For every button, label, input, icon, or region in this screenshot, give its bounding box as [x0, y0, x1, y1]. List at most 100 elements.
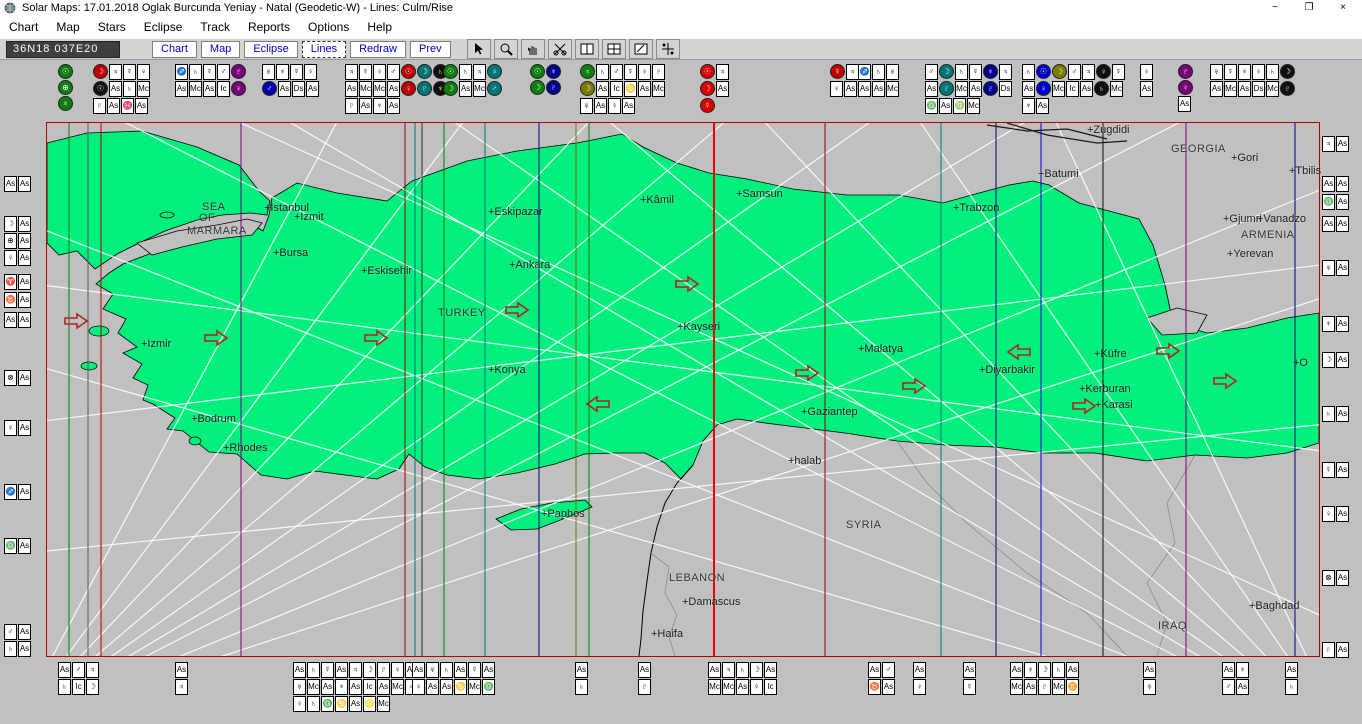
planet-dot: ♆	[546, 64, 561, 79]
planet-angle-box: As	[1336, 506, 1349, 522]
planet-angle-box: ♄	[575, 679, 588, 695]
planet-angle-box: As	[1066, 662, 1079, 678]
glyph-cluster-left: ☽ As ⊕ As ♀ As	[4, 216, 31, 266]
planet-angle-box: As	[335, 662, 348, 678]
redraw-button[interactable]: Redraw	[350, 40, 406, 58]
planet-angle-box: As	[1010, 662, 1023, 678]
pane-tool-icon[interactable]	[574, 39, 599, 59]
menu-eclipse[interactable]: Eclipse	[135, 20, 192, 34]
planet-angle-box: ♀	[608, 98, 621, 114]
planet-angle-box: ☽	[1322, 352, 1335, 368]
glyph-cluster-bottom: As ♅ ♀ As	[412, 662, 439, 695]
country-label: IRAQ	[1158, 620, 1187, 632]
city-label: +Baghdad	[1249, 600, 1300, 612]
city-label: +Izmir	[141, 338, 172, 350]
planet-angle-box: As	[18, 312, 31, 328]
close-button[interactable]: ×	[1326, 0, 1360, 16]
glyph-cluster-left: ♐ As	[4, 484, 31, 500]
planet-dot: ☉	[58, 64, 73, 79]
planet-angle-box: ☿	[359, 64, 372, 80]
planet-angle-box: Ic	[610, 81, 623, 97]
lines-button[interactable]: Lines	[301, 40, 347, 58]
menu-map[interactable]: Map	[47, 20, 88, 34]
planet-angle-box: ♄	[1022, 64, 1035, 80]
planet-angle-box: Mc	[1010, 679, 1023, 695]
planet-dot: ☿	[700, 98, 715, 113]
menu-options[interactable]: Options	[299, 20, 358, 34]
planet-angle-box: As	[359, 98, 372, 114]
country-label: ARMENIA	[1241, 229, 1295, 241]
planet-angle-box: As	[575, 662, 588, 678]
city-label: +Kayseri	[677, 321, 721, 333]
planet-angle-box: As	[708, 662, 721, 678]
planet-angle-box: As	[882, 679, 895, 695]
planet-angle-box: Mc	[652, 81, 665, 97]
measure-tool-icon[interactable]	[655, 39, 680, 59]
planet-angle-box: As	[58, 662, 71, 678]
cut-tool-icon[interactable]	[547, 39, 572, 59]
menu-track[interactable]: Track	[191, 20, 239, 34]
planet-angle-box: As	[345, 81, 358, 97]
city-label: +halab	[788, 455, 822, 467]
glyph-cluster-right: As As	[1322, 216, 1349, 232]
glyph-cluster-right: ⊗ As	[1322, 570, 1349, 586]
planet-angle-box: ♂	[1222, 679, 1235, 695]
planet-angle-box: ☿	[963, 679, 976, 695]
city-label: +O	[1293, 357, 1308, 369]
city-label: +Kâmil	[640, 194, 674, 206]
planet-dot: ☉	[443, 64, 458, 79]
planet-angle-box: ☿	[468, 662, 481, 678]
crosshair-tool-icon[interactable]	[601, 39, 626, 59]
country-border	[650, 552, 678, 656]
planet-dot: ♆	[58, 96, 73, 111]
planet-angle-box: As	[939, 98, 952, 114]
planet-angle-box: As	[1336, 570, 1349, 586]
planet-angle-box: As	[18, 233, 31, 249]
select-tool-icon[interactable]	[466, 39, 491, 59]
planet-dot: ♂	[262, 81, 277, 96]
planet-angle-box: As	[1222, 662, 1235, 678]
note-tool-icon[interactable]	[628, 39, 653, 59]
minimize-button[interactable]: −	[1258, 0, 1292, 16]
planet-angle-box: ♄	[4, 641, 17, 657]
menu-reports[interactable]: Reports	[239, 20, 299, 34]
glyph-cluster-left: As As	[4, 176, 31, 192]
zoom-tool-icon[interactable]	[493, 39, 518, 59]
planet-angle-box: ♂	[72, 662, 85, 678]
city-label: +Kerburan	[1079, 383, 1131, 395]
planet-angle-box: As	[858, 81, 871, 97]
planet-angle-box: As	[459, 81, 472, 97]
menu-stars[interactable]: Stars	[89, 20, 135, 34]
planet-angle-box: Mc	[468, 679, 481, 695]
pan-tool-icon[interactable]	[520, 39, 545, 59]
planet-dot: ♀	[231, 81, 246, 96]
menu-chart[interactable]: Chart	[0, 20, 47, 34]
map-button[interactable]: Map	[200, 40, 241, 58]
glyph-cluster-right: ♆ As	[1322, 316, 1349, 332]
glyph-cluster-right: ♅ As	[1322, 260, 1349, 276]
planet-dot: ⊕	[58, 80, 73, 95]
eclipse-button[interactable]: Eclipse	[244, 40, 298, 58]
menu-help[interactable]: Help	[358, 20, 401, 34]
glyph-cluster-left: ⊗ As	[4, 370, 31, 386]
planet-dot: ☉	[1036, 64, 1051, 79]
city-label: +Malatya	[858, 343, 903, 355]
planet-angle-box: ♄	[189, 64, 202, 80]
maximize-button[interactable]: ❐	[1292, 0, 1326, 16]
planet-dot: ♇	[546, 80, 561, 95]
prev-button[interactable]: Prev	[409, 40, 451, 58]
planet-dot: ☽	[417, 64, 432, 79]
chart-button[interactable]: Chart	[152, 40, 197, 58]
planet-angle-box: As	[293, 662, 306, 678]
glyph-cluster-top: ♐ ♄ ☿ ♂ ♇ As Mc As Ic ♀	[175, 64, 246, 97]
map-canvas[interactable]: +Istanbul +Izmit +Bursa +Eskipazar +Eskisehi…	[46, 122, 1321, 657]
planet-angle-box: ♃	[1322, 136, 1335, 152]
planet-angle-box: As	[18, 484, 31, 500]
planet-angle-box: ♆	[1024, 662, 1037, 678]
planet-angle-box: As	[426, 679, 439, 695]
planet-angle-box: ♃	[473, 64, 486, 80]
planet-angle-box: As	[764, 662, 777, 678]
planet-angle-box: Mc	[137, 81, 150, 97]
planet-dot: ☽	[939, 64, 954, 79]
planet-angle-box: As	[387, 81, 400, 97]
